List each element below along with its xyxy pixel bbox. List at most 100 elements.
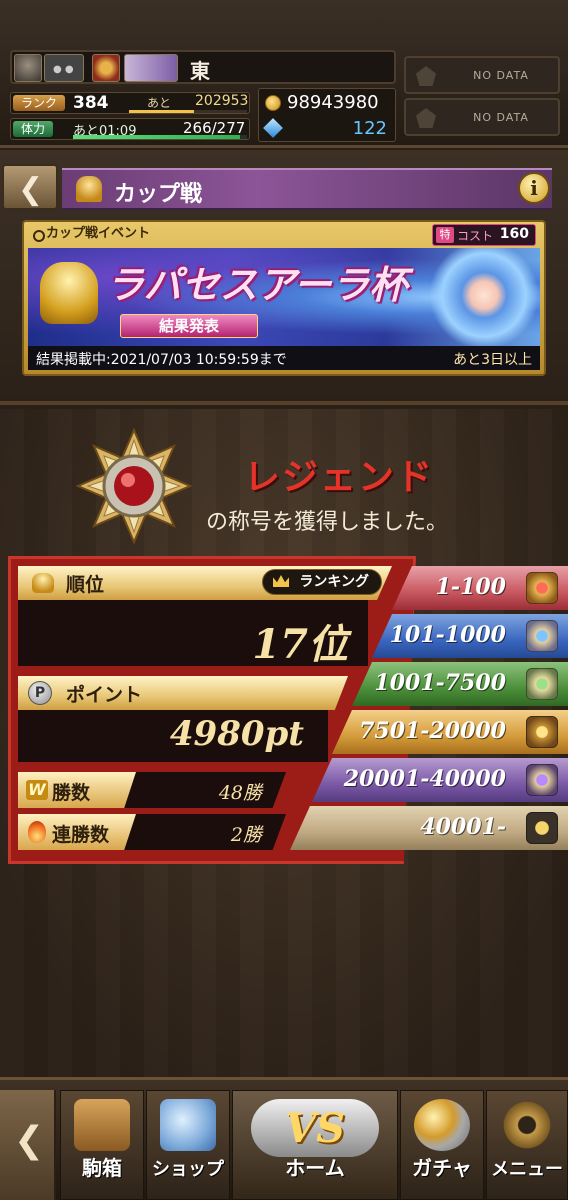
rank-header-label: 順位 xyxy=(66,574,105,596)
rank-next-label: あと xyxy=(147,96,172,110)
event-remaining: あと3日以上 xyxy=(453,352,532,368)
tier-gem-icon xyxy=(526,764,558,796)
stamina-box: 体力 あと01:09 266/277 xyxy=(10,118,250,140)
tier-medal-icon xyxy=(526,668,558,700)
crown-icon xyxy=(273,575,289,587)
nav-menu-label: メニュー xyxy=(491,1159,563,1180)
nav-gacha-label: ガチャ xyxy=(412,1156,472,1180)
back-button[interactable]: ❮ xyxy=(2,164,58,210)
result-ribbon: 結果発表 xyxy=(120,314,258,338)
rank-value-box: 17位 xyxy=(18,600,368,668)
title-badge-icon xyxy=(124,54,178,82)
tier-row-3: 1001-7500 xyxy=(352,662,568,706)
stamina-label: 体力 xyxy=(13,121,53,137)
info-button[interactable]: i xyxy=(518,172,550,204)
wins-icon: W xyxy=(26,780,48,800)
tier-range: 1001-7500 xyxy=(374,670,506,696)
emblem-icon xyxy=(92,54,120,82)
tier-range: 7501-20000 xyxy=(359,718,506,744)
tier-row-4: 7501-20000 xyxy=(332,710,568,754)
side-slot-label: NO DATA xyxy=(473,111,529,124)
nav-shop[interactable]: ショップ xyxy=(146,1090,230,1200)
side-slot-label: NO DATA xyxy=(473,69,529,82)
side-slot-1[interactable]: NO DATA xyxy=(404,56,560,94)
ranking-button-label: ランキング xyxy=(299,574,369,590)
cost-label: コスト xyxy=(457,229,494,243)
nav-home-label: ホーム xyxy=(285,1156,345,1180)
cup-trophy-icon xyxy=(40,262,98,324)
event-banner-art: ラパセスアーラ杯 結果発表 xyxy=(28,248,540,346)
points-header: P ポイント xyxy=(18,676,348,710)
rank-value: 384 xyxy=(73,93,109,113)
shop-bottle-icon xyxy=(160,1099,216,1151)
page-title-bar: カップ戦 xyxy=(62,168,552,210)
trophy-icon xyxy=(32,573,54,593)
event-banner[interactable]: カップ戦イベント 特 コスト 160 ラパセスアーラ杯 結果発表 結果掲載中:2… xyxy=(22,220,546,376)
nav-piece-box-label: 駒箱 xyxy=(82,1156,122,1180)
rank-label: ランク xyxy=(13,95,65,111)
player-name: 東 xyxy=(190,59,210,83)
gem-value: 122 xyxy=(352,118,387,139)
streak-label: 連勝数 xyxy=(52,824,110,846)
character-slot-icon: ● ● xyxy=(44,54,84,82)
legend-subtitle: の称号を獲得しました。 xyxy=(206,510,449,535)
coins-icon xyxy=(414,1099,470,1151)
gem-icon xyxy=(263,118,283,138)
character-illustration xyxy=(428,248,540,346)
nav-gacha[interactable]: ガチャ xyxy=(400,1090,484,1200)
coin-icon xyxy=(265,95,281,111)
tier-shield-icon xyxy=(526,716,558,748)
page-title: カップ戦 xyxy=(114,182,203,207)
points-icon: P xyxy=(28,681,52,705)
nav-piece-box[interactable]: 駒箱 xyxy=(60,1090,144,1200)
points-header-label: ポイント xyxy=(66,684,143,706)
wins-row: W 勝数 48勝 xyxy=(18,772,286,808)
side-slot-2[interactable]: NO DATA xyxy=(404,98,560,136)
rank-progress-bar xyxy=(129,110,247,113)
tier-row-1: 1-100 xyxy=(392,566,568,610)
pentagon-icon xyxy=(416,108,436,128)
event-title: ラパセスアーラ杯 xyxy=(106,262,408,307)
tier-range: 101-1000 xyxy=(389,622,506,648)
tier-range: 40001- xyxy=(420,814,506,840)
player-profile-row[interactable]: ● ● 東 xyxy=(10,50,396,84)
points-value-box: 4980pt xyxy=(18,710,328,762)
nav-back-button[interactable]: ❮ xyxy=(0,1090,56,1200)
treasure-chest-icon xyxy=(74,1099,130,1151)
streak-tag: 連勝数 xyxy=(18,814,136,850)
streak-row: 連勝数 2勝 xyxy=(18,814,286,850)
legend-medal-icon xyxy=(76,428,192,544)
rank-next-value: 202953 xyxy=(195,93,249,109)
vs-logo: VS xyxy=(285,1105,345,1152)
trophy-icon xyxy=(76,176,102,202)
chevron-left-icon: ❮ xyxy=(14,1120,45,1161)
cost-special-mark: 特 xyxy=(436,227,454,243)
currency-box[interactable]: 98943980 122 xyxy=(258,88,396,142)
event-date: 結果掲載中:2021/07/03 10:59:59まで xyxy=(36,352,287,368)
nav-shop-label: ショップ xyxy=(152,1159,224,1180)
tier-row-2: 101-1000 xyxy=(372,614,568,658)
event-footer: 結果掲載中:2021/07/03 10:59:59まで あと3日以上 xyxy=(28,346,540,370)
cost-value: 160 xyxy=(499,226,529,242)
event-tag: カップ戦イベント xyxy=(30,224,200,244)
tier-medal-icon xyxy=(526,620,558,652)
nav-home[interactable]: VS ホーム xyxy=(232,1090,398,1200)
gear-icon xyxy=(499,1099,555,1151)
tier-row-6: 40001- xyxy=(290,806,568,850)
fire-icon xyxy=(28,821,46,843)
tier-row-5: 20001-40000 xyxy=(312,758,568,802)
coin-value: 98943980 xyxy=(287,92,379,113)
pentagon-icon xyxy=(416,66,436,86)
stamina-progress-bar xyxy=(73,135,247,139)
streak-value: 2勝 xyxy=(230,824,262,846)
wins-label: 勝数 xyxy=(52,782,91,804)
tier-medal-icon xyxy=(526,812,558,844)
legend-title: レジェンド xyxy=(244,456,435,498)
tier-range: 20001-40000 xyxy=(343,766,506,792)
ranking-button[interactable]: ランキング xyxy=(262,569,382,595)
points-value: 4980pt xyxy=(169,714,304,754)
wins-value: 48勝 xyxy=(218,782,262,804)
cost-badge: 特 コスト 160 xyxy=(432,224,536,246)
rank-box: ランク 384 あと 202953 xyxy=(10,92,250,114)
nav-menu[interactable]: メニュー xyxy=(486,1090,568,1200)
